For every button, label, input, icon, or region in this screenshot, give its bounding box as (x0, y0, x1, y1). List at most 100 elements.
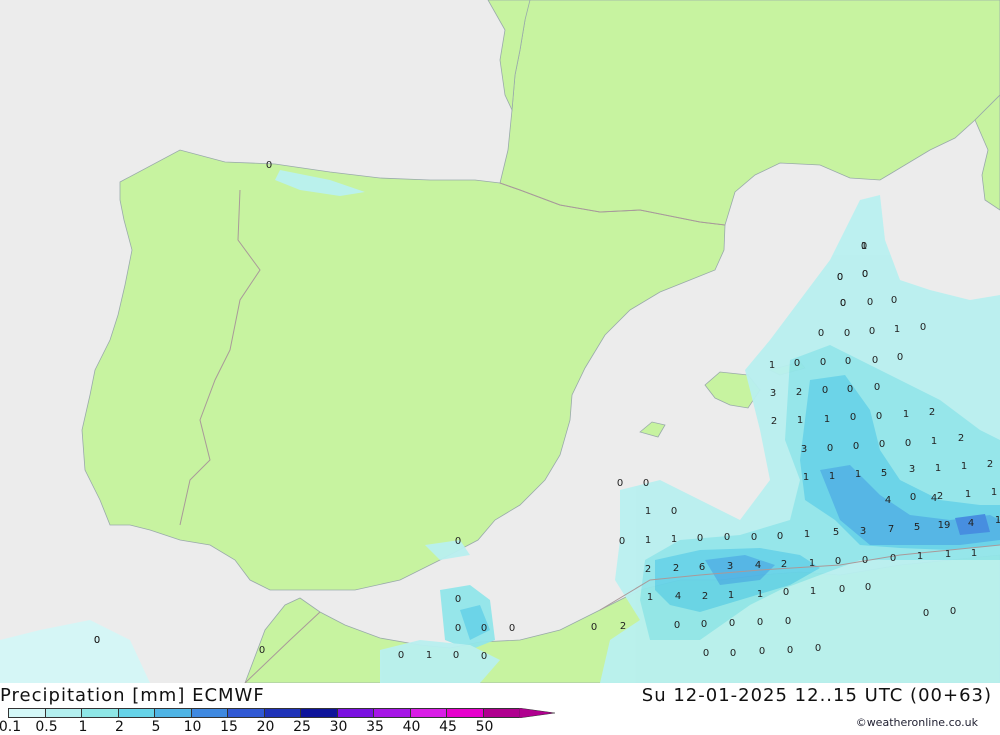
map-footer: Precipitation [mm] ECMWF Su 12-01-2025 1… (0, 683, 1000, 735)
precip-value-label: 1 (671, 534, 677, 545)
precip-value-label: 0 (822, 385, 828, 396)
precip-value-label: 1 (931, 436, 937, 447)
precip-value-label: 1 (728, 590, 734, 601)
legend-arrow-icon (519, 708, 556, 718)
precip-value-label: 0 (701, 619, 707, 630)
precip-value-label: 0 (674, 620, 680, 631)
precip-value-label: 0 (617, 478, 623, 489)
precip-value-label: 0 (643, 478, 649, 489)
precip-value-label: 0 (820, 357, 826, 368)
precip-value-label: 0 (876, 411, 882, 422)
precip-value-label: 0 (818, 328, 824, 339)
precip-value-label: 1 (810, 586, 816, 597)
legend-swatch (227, 708, 265, 718)
precip-value-label: 7 (888, 524, 894, 535)
precip-value-label: 0 (853, 441, 859, 452)
precip-value-label: 0 (827, 443, 833, 454)
precip-value-label: 0 (697, 533, 703, 544)
precip-value-label: 0 (950, 606, 956, 617)
precip-value-label: 19 (938, 520, 951, 531)
precip-value-label: 6 (699, 562, 705, 573)
precip-value-label: 0 (862, 269, 868, 280)
map-canvas: 0 1 0 0 0 0 0 0 0 0 1 0 1 0 0 0 0 0 3 2 0 0 0 2 1 1 0 0 1 2 3 0 0 0 0 1 2 1 2 3… (0, 0, 1000, 683)
precip-value-label: 3 (860, 526, 866, 537)
legend-swatch (336, 708, 374, 718)
precip-value-label: 1 (894, 324, 900, 335)
precip-value-label: 2 (937, 491, 943, 502)
precip-value-label: 0 (862, 555, 868, 566)
precip-value-label: 4 (755, 560, 761, 571)
legend-swatch (190, 708, 228, 718)
precip-value-label: 2 (771, 416, 777, 427)
legend-swatch (300, 708, 338, 718)
legend-swatch (117, 708, 155, 718)
precip-value-label: 0 (481, 623, 487, 634)
precip-value-label: 0 (910, 492, 916, 503)
precip-value-label: 0 (794, 358, 800, 369)
precip-value-label: 0 (872, 355, 878, 366)
precip-value-label: 1 (809, 558, 815, 569)
product-title: Precipitation [mm] ECMWF (0, 685, 265, 706)
precip-value-label: 0 (815, 643, 821, 654)
precip-value-label: 1 (803, 472, 809, 483)
precip-value-label: 1 (903, 409, 909, 420)
precip-value-label: 1 (647, 592, 653, 603)
precip-value-label: 0 (867, 297, 873, 308)
precip-value-label: 2 (929, 407, 935, 418)
precip-value-label: 0 (850, 412, 856, 423)
precip-value-label: 0 (844, 328, 850, 339)
precip-value-label: 5 (833, 527, 839, 538)
precip-value-label: 1 (757, 589, 763, 600)
precip-value-label: 1 (855, 469, 861, 480)
precip-value-label: 0 (923, 608, 929, 619)
precip-value-label: 0 (759, 646, 765, 657)
valid-time: Su 12-01-2025 12..15 UTC (00+63) (641, 685, 992, 706)
precip-value-label: 2 (620, 621, 626, 632)
precip-value-label: 3 (801, 444, 807, 455)
precip-value-label: 0 (874, 382, 880, 393)
precip-value-label: 0 (751, 532, 757, 543)
precip-value-label: 1 (426, 650, 432, 661)
precip-value-label: 0 (455, 594, 461, 605)
precip-value-label: 0 (840, 298, 846, 309)
credit-link[interactable]: ©weatheronline.co.uk (856, 716, 978, 729)
precip-value-label: 0 (266, 160, 272, 171)
precip-value-label: 1 (829, 471, 835, 482)
precip-value-label: 2 (645, 564, 651, 575)
precip-value-label: 1 (965, 489, 971, 500)
precip-value-label: 1 (991, 487, 997, 498)
precip-value-label: 3 (770, 388, 776, 399)
legend-swatch (446, 708, 484, 718)
precip-value-label: 1 (645, 506, 651, 517)
precip-value-label: 2 (702, 591, 708, 602)
precip-value-label: 4 (675, 591, 681, 602)
precip-value-label: 1 (804, 529, 810, 540)
precip-value-label: 1 (935, 463, 941, 474)
precip-value-label: 0 (730, 648, 736, 659)
precip-value-label: 1 (961, 461, 967, 472)
legend-swatch (44, 708, 82, 718)
precip-value-label: 0 (729, 618, 735, 629)
precip-value-label: 1 (917, 551, 923, 562)
precip-value-label: 0 (453, 650, 459, 661)
precip-value-label: 0 (787, 645, 793, 656)
legend-swatch (409, 708, 447, 718)
precip-value-label: 0 (865, 582, 871, 593)
precip-value-label: 0 (398, 650, 404, 661)
precip-value-label: 0 (835, 556, 841, 567)
precip-value-label: 3 (727, 561, 733, 572)
precip-value-label: 0 (920, 322, 926, 333)
legend-swatch (154, 708, 192, 718)
precip-value-label: 0 (259, 645, 265, 656)
precip-value-label: 0 (891, 295, 897, 306)
precip-value-label: 4 (885, 495, 891, 506)
precip-value-label: 0 (837, 272, 843, 283)
legend-swatch (373, 708, 411, 718)
precip-value-label: 0 (785, 616, 791, 627)
color-scale-ticks: 0.1 0.5 1 2 5 10 15 20 25 30 35 40 45 50 (0, 719, 520, 735)
precipitation-map[interactable]: 0 1 0 0 0 0 0 0 0 0 1 0 1 0 0 0 0 0 3 2 0 0 0 2 1 1 0 0 1 2 3 0 0 0 0 1 2 1 2 3… (0, 0, 1000, 683)
legend-swatch (8, 708, 46, 718)
precip-value-label: 0 (783, 587, 789, 598)
precip-value-label: 0 (94, 635, 100, 646)
precip-value-label: 0 (671, 506, 677, 517)
